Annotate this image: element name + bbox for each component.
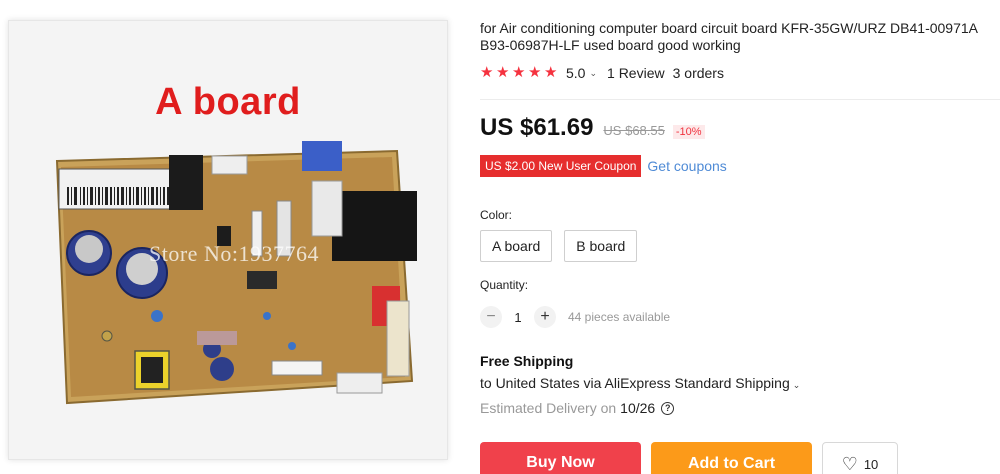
star-icon: ★ (480, 64, 494, 81)
estimated-delivery-label: Estimated Delivery on (480, 400, 617, 416)
star-icon: ★ (512, 64, 526, 81)
new-user-coupon-tag[interactable]: US $2.00 New User Coupon (480, 155, 642, 177)
chevron-down-icon[interactable]: ⌄ (793, 380, 801, 390)
increment-button[interactable]: + (534, 306, 556, 328)
buy-now-button[interactable]: Buy Now (480, 442, 641, 474)
quantity-label: Quantity: (480, 278, 529, 292)
star-icon: ★ (528, 64, 542, 81)
product-image[interactable]: A board Store No:1937764 (8, 20, 448, 460)
star-icon: ★ (544, 64, 558, 81)
orders-count: 3 orders (672, 65, 724, 81)
circuit-board-image (55, 141, 417, 405)
add-to-cart-button[interactable]: Add to Cart (651, 442, 812, 474)
shipping-method[interactable]: to United States via AliExpress Standard… (480, 375, 800, 391)
shipping-method-text[interactable]: to United States via AliExpress Standard… (480, 375, 790, 391)
coupon-row: US $2.00 New User Coupon Get coupons (480, 155, 727, 177)
shipping-title: Free Shipping (480, 353, 574, 369)
delivery-date: 10/26 (620, 400, 656, 416)
rating-value[interactable]: 5.0 (566, 65, 585, 81)
wishlist-count: 10 (863, 456, 879, 472)
discount-badge: -10% (672, 125, 705, 139)
divider (480, 99, 1000, 100)
star-icon: ★ (496, 64, 510, 81)
image-title: A board (155, 81, 301, 123)
quantity-input[interactable]: 1 (502, 310, 534, 325)
estimated-delivery: Estimated Delivery on 10/26 ? (480, 400, 675, 416)
color-label: Color: (480, 208, 513, 222)
review-count-link[interactable]: 1 Review (607, 65, 665, 81)
color-option-b-board[interactable]: B board (564, 230, 638, 262)
wishlist-button[interactable]: ♡ 10 (822, 442, 898, 474)
get-coupons-link[interactable]: Get coupons (647, 158, 726, 174)
store-watermark: Store No:1937764 (149, 241, 319, 266)
help-icon[interactable]: ? (661, 401, 675, 415)
product-title: for Air conditioning computer board circ… (480, 20, 978, 53)
decrement-button[interactable]: − (480, 306, 502, 328)
star-rating: ★ ★ ★ ★ ★ (480, 64, 560, 82)
rating-row: ★ ★ ★ ★ ★ 5.0 ⌄ 1 Review 3 orders (480, 64, 724, 82)
quantity-stepper: − 1 + 44 pieces available (480, 306, 670, 328)
original-price: US $68.55 (603, 123, 665, 138)
action-buttons: Buy Now Add to Cart ♡ 10 (480, 442, 898, 474)
chevron-down-icon[interactable]: ⌄ (589, 68, 597, 79)
color-options: A board B board (480, 230, 649, 262)
heart-icon: ♡ (841, 453, 858, 474)
price-row: US $61.69 US $68.55 -10% (480, 114, 705, 142)
color-option-a-board[interactable]: A board (480, 230, 553, 262)
current-price: US $61.69 (480, 114, 594, 141)
availability-text: 44 pieces available (568, 310, 671, 324)
